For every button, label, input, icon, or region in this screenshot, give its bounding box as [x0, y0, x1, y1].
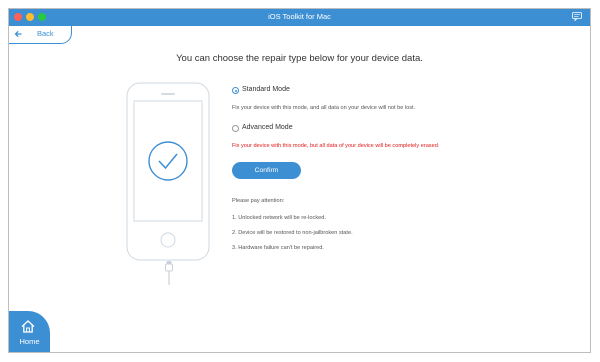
home-button[interactable]: Home: [9, 311, 50, 352]
standard-mode-label: Standard Mode: [242, 86, 290, 93]
standard-mode-radio[interactable]: [232, 87, 239, 94]
phone-illustration: [126, 82, 210, 261]
page-heading: You can choose the repair type below for…: [176, 53, 423, 64]
back-arrow-icon: [14, 30, 22, 38]
standard-mode-description: Fix your device with this mode, and all …: [232, 105, 416, 111]
attention-item: 2. Device will be restored to non-jailbr…: [232, 230, 353, 236]
confirm-button[interactable]: Confirm: [232, 162, 301, 179]
advanced-mode-radio[interactable]: [232, 125, 239, 132]
back-button[interactable]: Back: [9, 26, 72, 44]
window-title: iOS Toolkit for Mac: [268, 12, 331, 21]
advanced-mode-warning: Fix your device with this mode, but all …: [232, 143, 440, 149]
attention-item: 1. Unlocked network will be re-locked.: [232, 215, 326, 221]
title-bar: iOS Toolkit for Mac: [9, 9, 590, 26]
back-label: Back: [37, 29, 54, 38]
home-label: Home: [19, 337, 40, 346]
attention-title: Please pay attention:: [232, 198, 285, 204]
lightning-cable-icon: [165, 261, 173, 285]
advanced-mode-label: Advanced Mode: [242, 124, 293, 131]
feedback-icon[interactable]: [572, 12, 582, 21]
attention-item: 3. Hardware failure can't be repaired.: [232, 245, 324, 251]
app-window: iOS Toolkit for Mac Back You can choose …: [8, 8, 591, 353]
home-icon: [21, 320, 35, 333]
